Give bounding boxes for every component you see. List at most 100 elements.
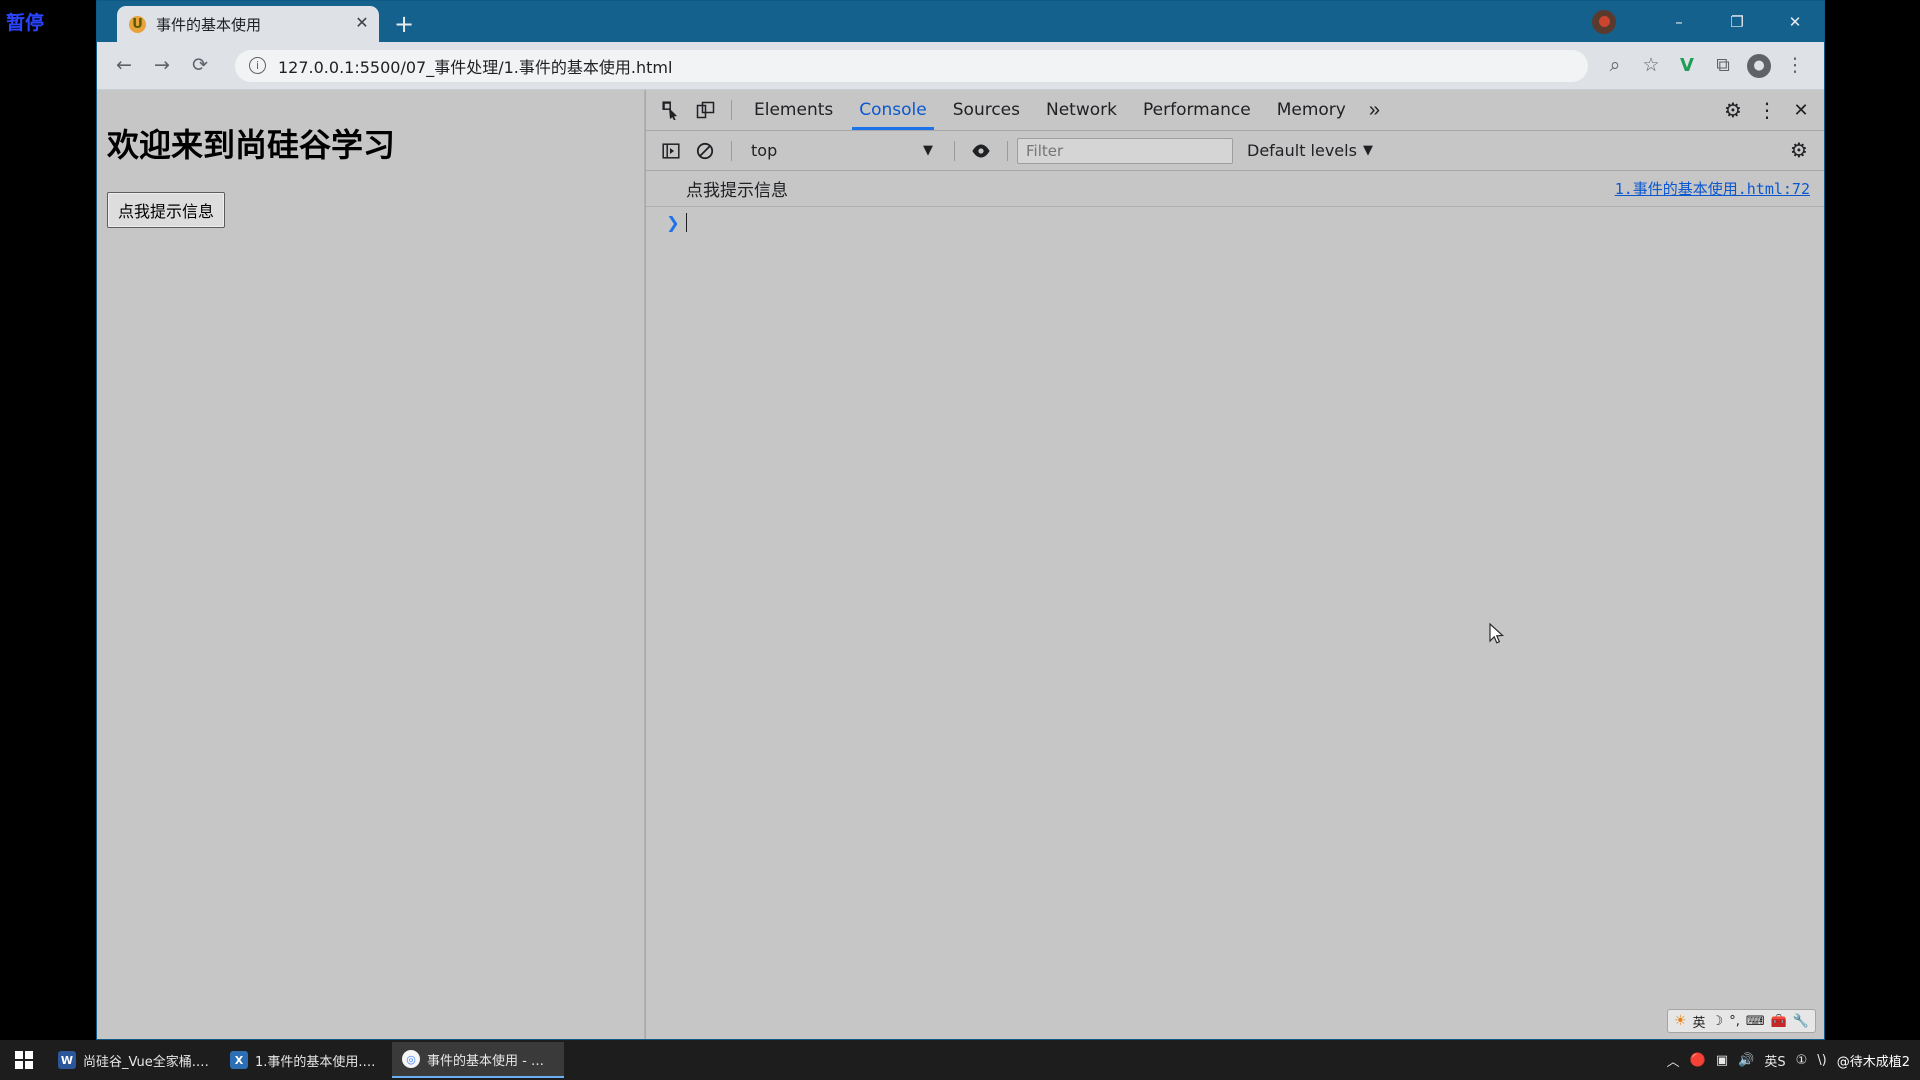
devtools-kebab-icon[interactable]: ⋮ <box>1750 95 1784 125</box>
toolbar-divider <box>731 100 732 120</box>
start-button[interactable] <box>0 1040 48 1080</box>
console-toolbar: top ▼ Default levels ▼ <box>646 131 1824 171</box>
console-sidebar-toggle-icon[interactable] <box>654 136 688 166</box>
console-filter-input[interactable] <box>1017 137 1233 164</box>
console-toolbar-divider-3 <box>1007 140 1008 161</box>
tab-sources[interactable]: Sources <box>940 90 1033 130</box>
tray-username-label: @待木成植2 <box>1836 1054 1910 1070</box>
maximize-button[interactable]: ❐ <box>1708 1 1766 42</box>
windows-taskbar: W 尚硅谷_Vue全家桶.d... X 1.事件的基本使用.ht... ◎ 事件… <box>0 1040 1920 1080</box>
ime-moon-icon[interactable]: ☽ <box>1712 1014 1724 1029</box>
console-log-message: 点我提示信息 <box>686 181 788 201</box>
console-prompt-row[interactable]: ❯ <box>646 207 1824 238</box>
execution-context-select[interactable]: top ▼ <box>741 138 941 164</box>
log-levels-label: Default levels <box>1247 141 1357 160</box>
taskbar-item-label-2: 1.事件的基本使用.ht... <box>255 1054 382 1070</box>
site-info-icon[interactable]: i <box>249 57 266 74</box>
taskbar-item-vscode[interactable]: X 1.事件的基本使用.ht... <box>220 1042 392 1078</box>
console-prompt-arrow-icon: ❯ <box>666 213 680 232</box>
execution-context-value: top <box>751 141 778 160</box>
alert-button[interactable]: 点我提示信息 <box>107 192 226 228</box>
extension-v-icon[interactable]: V <box>1670 49 1704 83</box>
windows-logo-icon <box>15 1051 33 1069</box>
chrome-menu-button[interactable]: ⋮ <box>1778 49 1812 83</box>
tray-ime-label[interactable]: 英S <box>1764 1051 1785 1070</box>
console-text-caret <box>686 213 687 232</box>
toolbar-right-actions: ⌕ ☆ V ⧉ ● ⋮ <box>1598 49 1814 83</box>
minimize-button[interactable]: – <box>1650 1 1708 42</box>
chevron-down-icon-levels: ▼ <box>1362 143 1373 158</box>
address-bar[interactable]: i 127.0.0.1:5500/07_事件处理/1.事件的基本使用.html <box>235 49 1588 82</box>
profile-avatar-icon[interactable] <box>1592 9 1616 34</box>
tab-network[interactable]: Network <box>1033 90 1130 130</box>
tab-elements[interactable]: Elements <box>741 90 846 130</box>
ime-keyboard-icon[interactable]: ⌨ <box>1746 1014 1765 1029</box>
ime-mode-label[interactable]: 英 <box>1693 1012 1706 1031</box>
inspect-element-icon[interactable] <box>654 95 688 125</box>
profile-button[interactable]: ● <box>1742 49 1776 83</box>
browser-content: 欢迎来到尚硅谷学习 点我提示信息 Elements Console Source… <box>97 90 1824 1039</box>
more-tabs-icon[interactable]: » <box>1359 99 1390 122</box>
devtools-close-icon[interactable]: ✕ <box>1784 95 1818 125</box>
close-window-button[interactable]: ✕ <box>1766 1 1824 42</box>
tab-title: 事件的基本使用 <box>156 15 262 34</box>
tray-speaker-icon[interactable]: 🔊 <box>1738 1053 1754 1068</box>
zoom-icon[interactable]: ⌕ <box>1598 49 1632 83</box>
ime-wrench-icon[interactable]: 🔧 <box>1793 1014 1809 1029</box>
forward-button[interactable]: → <box>145 49 179 83</box>
bookmark-star-icon[interactable]: ☆ <box>1634 49 1668 83</box>
devtools-panel: Elements Console Sources Network Perform… <box>645 90 1824 1039</box>
chevron-down-icon: ▼ <box>923 143 933 158</box>
log-levels-dropdown[interactable]: Default levels ▼ <box>1247 141 1373 160</box>
tab-performance[interactable]: Performance <box>1130 90 1264 130</box>
console-settings-group: ⚙ <box>1782 136 1824 166</box>
taskbar-item-word[interactable]: W 尚硅谷_Vue全家桶.d... <box>48 1042 220 1078</box>
console-log-row[interactable]: 点我提示信息 1.事件的基本使用.html:72 <box>646 171 1824 207</box>
taskbar-item-chrome[interactable]: ◎ 事件的基本使用 - Go... <box>392 1042 564 1078</box>
sogou-logo-icon: ☀ <box>1673 1013 1687 1029</box>
tab-close-icon[interactable]: ✕ <box>351 13 373 35</box>
taskbar-item-label: 尚硅谷_Vue全家桶.d... <box>83 1054 210 1070</box>
console-log-source-link[interactable]: 1.事件的基本使用.html:72 <box>1615 178 1810 199</box>
back-button[interactable]: ← <box>107 49 141 83</box>
desktop-pause-label: 暂停 <box>6 12 45 34</box>
tab-strip: U 事件的基本使用 ✕ + – ❐ ✕ <box>97 1 1824 42</box>
tray-chevron-icon[interactable]: ︿ <box>1667 1051 1680 1070</box>
web-page-viewport: 欢迎来到尚硅谷学习 点我提示信息 <box>97 90 645 1039</box>
word-icon: W <box>58 1051 76 1069</box>
tab-console[interactable]: Console <box>846 90 940 130</box>
window-controls: – ❐ ✕ <box>1592 1 1824 42</box>
ime-toolbox-icon[interactable]: 🧰 <box>1771 1014 1787 1029</box>
new-tab-button[interactable]: + <box>389 9 419 39</box>
browser-window: U 事件的基本使用 ✕ + – ❐ ✕ ← → ⟳ i 127.0.0.1:55… <box>96 0 1825 1040</box>
vscode-icon: X <box>230 1051 248 1069</box>
mouse-cursor-icon <box>1489 622 1505 647</box>
ime-punctuation-icon[interactable]: °, <box>1729 1014 1740 1029</box>
console-toolbar-divider-2 <box>954 140 955 161</box>
reload-button[interactable]: ⟳ <box>183 49 217 83</box>
avatar-icon: ● <box>1747 53 1771 78</box>
devtools-tabbar: Elements Console Sources Network Perform… <box>646 90 1824 131</box>
live-expression-eye-icon[interactable] <box>964 136 998 166</box>
devtools-tabbar-actions: ⚙ ⋮ ✕ <box>1716 95 1824 125</box>
page-heading: 欢迎来到尚硅谷学习 <box>107 126 396 164</box>
browser-toolbar: ← → ⟳ i 127.0.0.1:5500/07_事件处理/1.事件的基本使用… <box>97 42 1824 90</box>
tray-app2-icon[interactable]: ▣ <box>1716 1053 1728 1068</box>
taskbar-item-label-3: 事件的基本使用 - Go... <box>427 1053 554 1069</box>
chrome-icon: ◎ <box>402 1050 420 1068</box>
devtools-settings-gear-icon[interactable]: ⚙ <box>1716 95 1750 125</box>
tray-network-icon[interactable]: \) <box>1817 1053 1826 1068</box>
device-toolbar-icon[interactable] <box>688 95 722 125</box>
address-bar-url: 127.0.0.1:5500/07_事件处理/1.事件的基本使用.html <box>278 57 673 77</box>
console-output[interactable]: 点我提示信息 1.事件的基本使用.html:72 ❯ ☀ 英 ☽ °, ⌨ 🧰 … <box>646 171 1824 1039</box>
ime-floating-toolbar[interactable]: ☀ 英 ☽ °, ⌨ 🧰 🔧 <box>1666 1009 1816 1033</box>
console-toolbar-divider <box>731 140 732 161</box>
browser-tab[interactable]: U 事件的基本使用 ✕ <box>117 6 379 42</box>
tray-ime2-icon[interactable]: ① <box>1796 1053 1808 1068</box>
clear-console-icon[interactable] <box>688 136 722 166</box>
vue-favicon-icon: U <box>129 15 146 33</box>
tray-app1-icon[interactable]: 🔴 <box>1690 1053 1706 1068</box>
tab-memory[interactable]: Memory <box>1264 90 1359 130</box>
console-settings-gear-icon[interactable]: ⚙ <box>1782 136 1816 166</box>
extensions-puzzle-icon[interactable]: ⧉ <box>1706 49 1740 83</box>
